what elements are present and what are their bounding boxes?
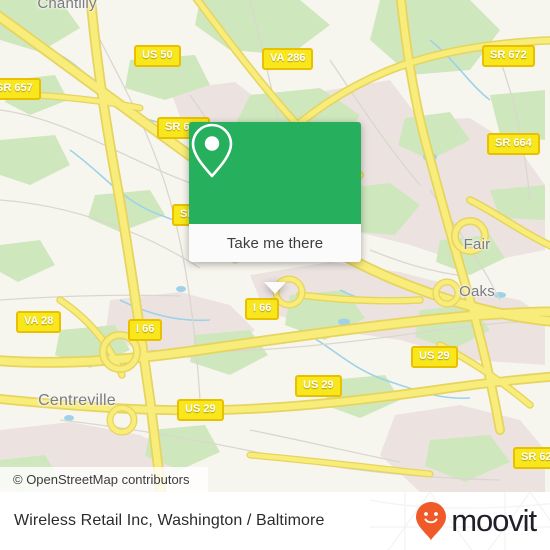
footer-bar: Wireless Retail Inc, Washington / Baltim… [0,492,550,550]
shield-va-28: VA 28 [16,311,62,333]
place-label-chantilly: Chantilly [37,0,97,12]
shield-sr-672: SR 672 [482,45,535,67]
osm-attribution-text: © OpenStreetMap contributors [13,472,190,487]
location-popup-card[interactable]: Take me there [189,122,361,294]
shield-us-29-west: US 29 [177,399,224,421]
popup-tail [264,282,286,294]
moovit-smiley-pin-icon [416,502,447,540]
place-label-fair-oaks: Fair Oaks [440,205,514,331]
moovit-wordmark: moovit [451,503,537,538]
shield-us-29-mid: US 29 [295,375,342,397]
page-title: Wireless Retail Inc, Washington / Baltim… [14,512,325,529]
shield-sr-62: SR 62 [513,447,550,469]
location-pin-icon [191,123,233,178]
shield-i-66-west: I 66 [128,319,163,341]
shield-us-50: US 50 [134,45,181,67]
shield-sr-664: SR 664 [487,133,540,155]
shield-va-286: VA 286 [262,48,314,70]
place-label-line: Oaks [459,282,495,300]
map-screenshot: Chantilly Fair Oaks Centreville US 50 VA… [0,0,550,550]
shield-i-66-east: I 66 [245,298,280,320]
shield-us-29-east: US 29 [411,346,458,368]
moovit-logo: moovit [415,501,537,541]
popup-header [189,122,361,224]
place-label-line: Fair [463,235,491,253]
take-me-there-label: Take me there [226,234,324,252]
osm-attribution[interactable]: © OpenStreetMap contributors [0,467,208,492]
map-canvas[interactable]: Chantilly Fair Oaks Centreville US 50 VA… [0,0,550,492]
take-me-there-button[interactable]: Take me there [189,224,361,262]
place-label-centreville: Centreville [38,392,116,409]
shield-sr-657: SR 657 [0,78,41,100]
